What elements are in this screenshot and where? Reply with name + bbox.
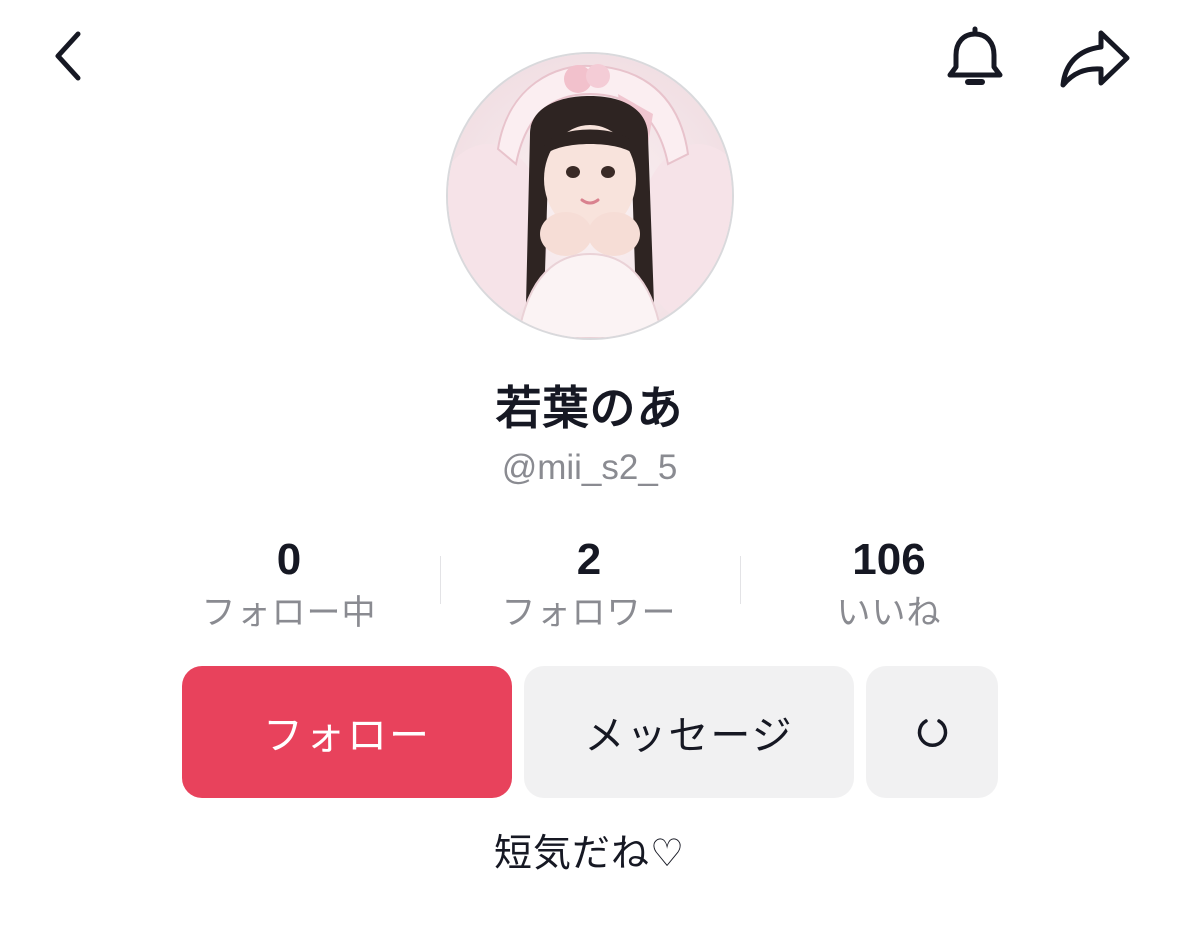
message-button[interactable]: メッセージ <box>524 666 854 798</box>
bio-text: 短気だね♡ <box>493 831 686 875</box>
avatar[interactable] <box>446 52 734 340</box>
likes-count: 106 <box>852 535 926 584</box>
stat-divider <box>440 556 441 604</box>
stat-following[interactable]: 0 フォロー中 <box>139 530 439 636</box>
back-button[interactable] <box>40 28 96 84</box>
refresh-icon <box>917 719 948 747</box>
likes-label: いいね <box>836 593 942 633</box>
profile-stats: 0 フォロー中 2 フォロワー 106 いいね <box>0 530 1179 640</box>
followers-count: 2 <box>576 535 602 584</box>
notification-button[interactable] <box>940 24 1010 94</box>
display-name: 若葉のあ <box>495 381 684 435</box>
stat-divider <box>740 556 741 604</box>
more-button[interactable] <box>866 666 998 798</box>
chevron-left-icon <box>55 31 81 81</box>
bell-icon <box>947 26 1003 85</box>
avatar-photo <box>448 54 732 338</box>
following-count: 0 <box>276 535 302 584</box>
username: @mii_s2_5 <box>501 448 678 487</box>
share-button[interactable] <box>1055 26 1135 92</box>
stat-followers[interactable]: 2 フォロワー <box>439 530 739 636</box>
share-arrow-icon <box>1060 30 1130 88</box>
following-label: フォロー中 <box>201 593 377 633</box>
follow-button[interactable]: フォロー <box>182 666 512 798</box>
stat-likes[interactable]: 106 いいね <box>739 530 1039 636</box>
followers-label: フォロワー <box>501 593 677 633</box>
